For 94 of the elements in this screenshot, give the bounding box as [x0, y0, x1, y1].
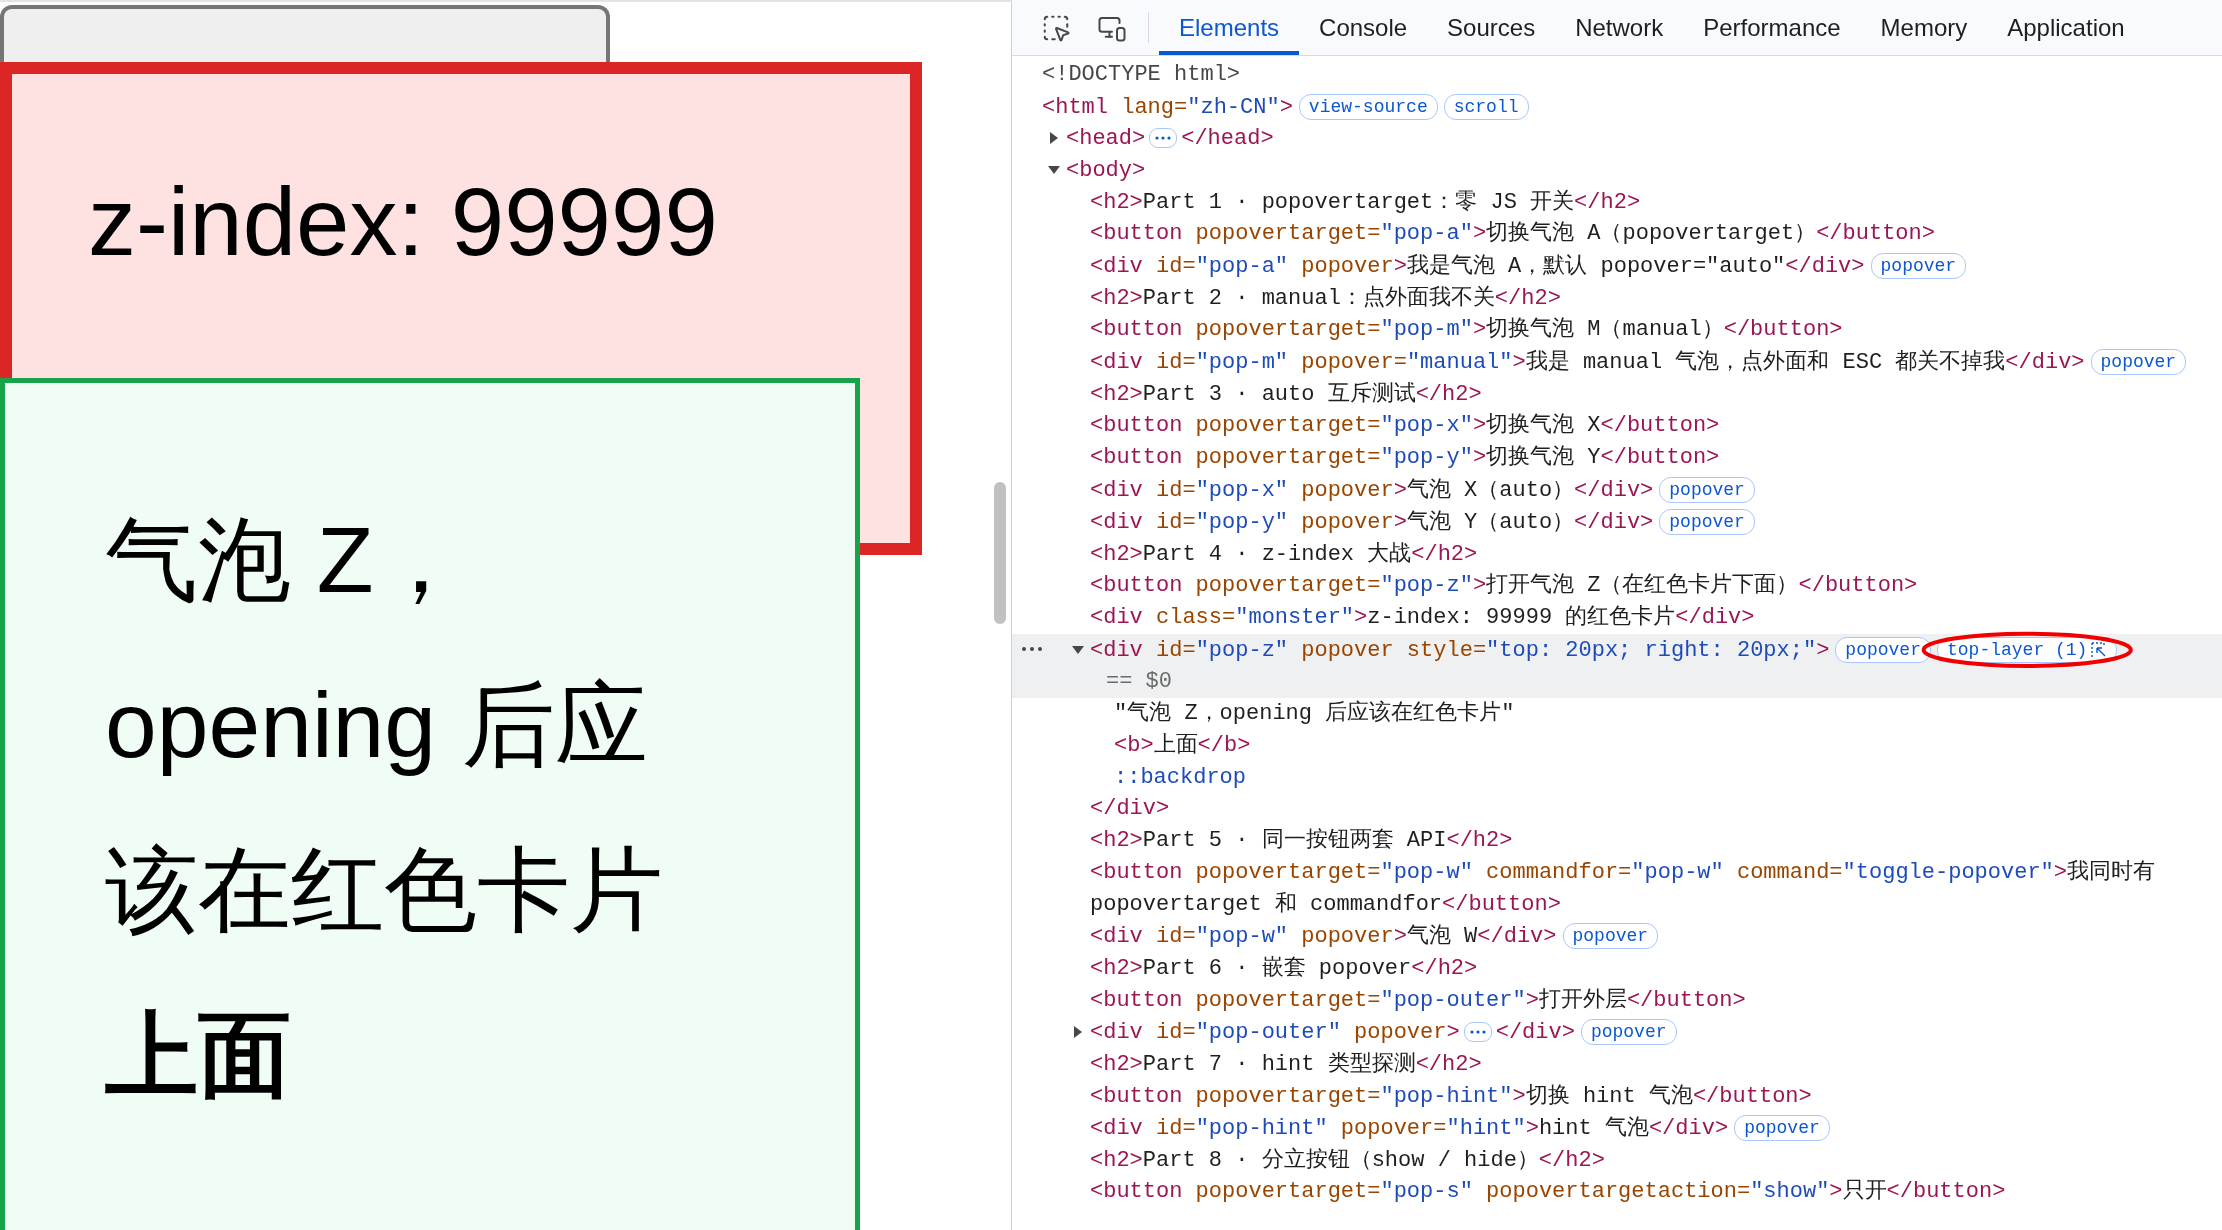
code-text: <button popovertarget="pop-z">打开气泡 Z（在红色卡片下面）</button> [1090, 573, 1918, 599]
code-text: <h2>Part 3 · auto 互斥测试</h2> [1090, 381, 1482, 407]
tree-row[interactable]: ::backdrop [1012, 761, 2222, 794]
code-text: <!DOCTYPE html> [1042, 62, 1241, 87]
code-text: "气泡 Z，opening 后应该在红色卡片" [1114, 701, 1515, 727]
tag-badge[interactable]: popover [1659, 509, 1755, 536]
tree-row[interactable]: <h2>Part 3 · auto 互斥测试</h2> [1012, 378, 2222, 411]
code-text: <div id="pop-m" popover="manual">我是 manual 气泡，点外面和 ESC 都关不掉我</div> [1090, 349, 2085, 375]
code-text: <button popovertarget="pop-hint">切换 hint 气泡</button> [1090, 1083, 1812, 1109]
tree-row[interactable]: <button popovertarget="pop-m">切换气泡 M（manual）</button> [1012, 314, 2222, 347]
tree-row[interactable]: <h2>Part 7 · hint 类型探测</h2> [1012, 1048, 2222, 1081]
tag-badge[interactable]: popover [1734, 1115, 1830, 1142]
code-text: </div> [1495, 1020, 1575, 1045]
code-text: <h2>Part 1 · popovertarget：零 JS 开关</h2> [1090, 189, 1641, 215]
tree-row[interactable]: <body> [1012, 154, 2222, 187]
tag-badge[interactable]: popover [2090, 349, 2187, 376]
tree-row[interactable]: <button popovertarget="pop-outer">打开外层</button> [1012, 984, 2222, 1017]
tree-row[interactable]: <button popovertarget="pop-w" commandfor="pop-w" command="toggle-popover">我同时有 popovertarget 和 commandfor</button> [1012, 856, 2222, 921]
code-text: <button popovertarget="pop-w" commandfor="pop-w" command="toggle-popover">我同时有 popovertarget 和 commandfor</button> [1090, 859, 2156, 917]
tree-row[interactable]: <head> </head> [1012, 123, 2222, 155]
selection-note: == $0 [1105, 668, 1173, 697]
code-text: </head> [1181, 126, 1274, 152]
code-text: <div id="pop-outer" popover> [1090, 1020, 1460, 1045]
tag-badge[interactable]: popover [1562, 923, 1659, 950]
tree-row[interactable]: <div id="pop-x" popover>气泡 X（auto）</div> popover [1012, 473, 2222, 507]
reveal-icon [2091, 641, 2108, 658]
tree-row[interactable]: <button popovertarget="pop-z">打开气泡 Z（在红色卡片下面）</button> [1012, 570, 2222, 603]
page-button[interactable] [0, 5, 610, 62]
tree-row[interactable]: <button popovertarget="pop-a">切换气泡 A（popovertarget）</button> [1012, 218, 2222, 251]
tree-row[interactable]: <div id="pop-y" popover>气泡 Y（auto）</div> popover [1012, 506, 2222, 539]
code-text: <button popovertarget="pop-m">切换气泡 M（manual）</button> [1090, 317, 1843, 343]
code-text: <div id="pop-hint" popover="hint">hint 气泡</div> [1090, 1115, 1729, 1141]
code-text: <h2>Part 8 · 分立按钮（show / hide）</h2> [1090, 1147, 1605, 1173]
tree-row[interactable]: <h2>Part 8 · 分立按钮（show / hide）</h2> [1012, 1144, 2222, 1177]
tree-row[interactable]: <b>上面</b> [1012, 729, 2222, 762]
tree-row[interactable]: <div id="pop-outer" popover> </div> popover [1012, 1016, 2222, 1049]
tree-row[interactable]: <button popovertarget="pop-s" popovertargetaction="show">只开</button> [1012, 1176, 2222, 1209]
code-text: <button popovertarget="pop-x">切换气泡 X</button> [1090, 413, 1720, 439]
code-text: <div class="monster">z-index: 99999 的红色卡片</div> [1090, 605, 1755, 631]
tree-row[interactable]: <button popovertarget="pop-x">切换气泡 X</button> [1012, 410, 2222, 443]
code-text: <button popovertarget="pop-a">切换气泡 A（popovertarget）</button> [1090, 221, 1935, 247]
tag-badge[interactable]: view-source [1298, 93, 1438, 120]
code-text: <button popovertarget="pop-y">切换气泡 Y</button> [1090, 445, 1720, 471]
devtools-tab[interactable]: Sources [1427, 0, 1556, 55]
ellipsis-icon [1155, 136, 1172, 141]
code-text: <button popovertarget="pop-s" popovertargetaction="show">只开</button> [1090, 1179, 2006, 1205]
code-text: ::backdrop [1114, 764, 1247, 790]
tree-row[interactable]: <h2>Part 2 · manual：点外面我不关</h2> [1012, 282, 2222, 315]
tree-row[interactable]: <h2>Part 6 · 嵌套 popover</h2> [1012, 952, 2222, 985]
tag-badge[interactable]: popover [1580, 1019, 1677, 1046]
tree-row[interactable]: <div id="pop-m" popover="manual">我是 manual 气泡，点外面和 ESC 都关不掉我</div> popover [1012, 346, 2222, 379]
popover-text: 气泡 Z， opening 后应 该在红色卡片 上面 [105, 508, 663, 1107]
code-text: <div id="pop-w" popover>气泡 W</div> [1090, 924, 1557, 950]
tree-row[interactable]: <h2>Part 4 · z-index 大战</h2> [1012, 538, 2222, 571]
tree-row[interactable]: <div id="pop-hint" popover="hint">hint 气泡</div> popover [1012, 1112, 2222, 1145]
tree-row[interactable]: <div class="monster">z-index: 99999 的红色卡片</div> [1012, 602, 2222, 634]
tag-badge[interactable]: popover [1659, 476, 1755, 503]
code-text: <div id="pop-a" popover>我是气泡 A，默认 popover="auto"</div> [1090, 253, 1865, 279]
tree-row[interactable]: <button popovertarget="pop-y">切换气泡 Y</button> [1012, 442, 2222, 474]
devtools-tab[interactable]: Network [1555, 0, 1684, 55]
tag-badge[interactable]: popover [1835, 636, 1931, 663]
card-text: z-index: 99999 [88, 168, 718, 275]
code-text: <div id="pop-x" popover>气泡 X（auto）</div> [1090, 477, 1654, 503]
devtools-tab[interactable]: Application [1987, 0, 2145, 55]
code-text: <h2>Part 7 · hint 类型探测</h2> [1090, 1051, 1482, 1077]
code-text: <head> [1066, 126, 1146, 152]
tree-row[interactable]: <div id="pop-z" popover style="top: 20px; right: 20px;"> popover top-layer (1) == $0 [1012, 633, 2222, 699]
code-text: </div> [1090, 796, 1170, 822]
code-text: <h2>Part 6 · 嵌套 popover</h2> [1090, 955, 1478, 981]
tree-row[interactable]: <h2>Part 1 · popovertarget：零 JS 开关</h2> [1012, 186, 2222, 219]
tree-row[interactable]: "气泡 Z，opening 后应该在红色卡片" [1012, 698, 2222, 730]
devtools-tab[interactable]: Memory [1860, 0, 1988, 55]
tree-row[interactable]: <div id="pop-a" popover>我是气泡 A，默认 popover="auto"</div> popover [1012, 250, 2222, 283]
tree-row[interactable]: <button popovertarget="pop-hint">切换 hint 气泡</button> [1012, 1080, 2222, 1113]
code-text: <h2>Part 2 · manual：点外面我不关</h2> [1090, 285, 1561, 311]
code-text: <h2>Part 4 · z-index 大战</h2> [1090, 541, 1478, 567]
tree-row[interactable]: <h2>Part 5 · 同一按钮两套 API</h2> [1012, 825, 2222, 857]
code-text: <html lang="zh-CN"> [1042, 94, 1293, 120]
code-text: <body> [1066, 157, 1146, 183]
tag-badge[interactable]: popover [1870, 253, 1967, 280]
scrollbar-thumb[interactable] [994, 482, 1006, 624]
devtools-tab[interactable]: Console [1299, 0, 1428, 55]
tree-row[interactable]: <html lang="zh-CN"> view-source scroll [1012, 90, 2222, 124]
code-text: <b>上面</b> [1114, 732, 1251, 758]
tree-row[interactable]: <div id="pop-w" popover>气泡 W</div> popover [1012, 920, 2222, 953]
devtools-tab[interactable]: Performance [1683, 0, 1861, 55]
ellipsis-icon [1469, 1030, 1486, 1035]
code-text: <button popovertarget="pop-outer">打开外层</button> [1090, 987, 1746, 1013]
code-text: <div id="pop-y" popover>气泡 Y（auto）</div> [1090, 509, 1654, 535]
code-text: <h2>Part 5 · 同一按钮两套 API</h2> [1090, 828, 1513, 854]
tag-badge[interactable]: scroll [1443, 93, 1529, 120]
tree-row[interactable]: <!DOCTYPE html> [1012, 59, 2222, 91]
devtools-tab[interactable]: Elements [1159, 0, 1300, 55]
code-text: <div id="pop-z" popover style="top: 20px; right: 20px;"> [1090, 637, 1830, 663]
